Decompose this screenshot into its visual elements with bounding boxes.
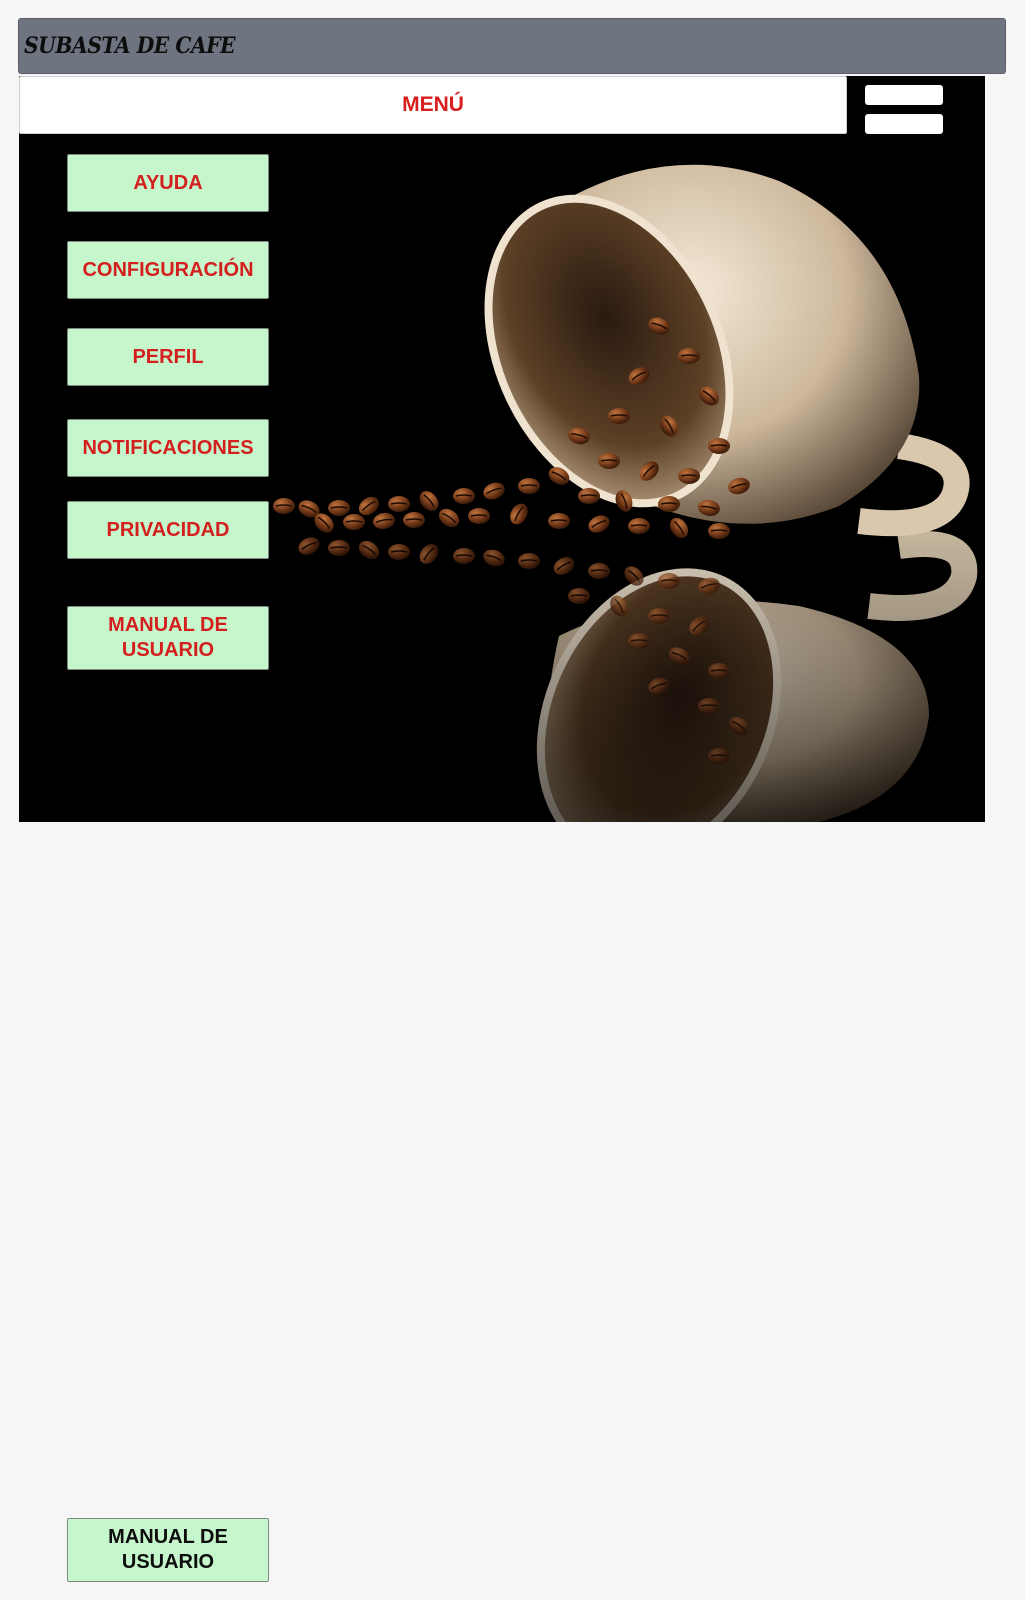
notifications-button[interactable]: NOTIFICACIONES bbox=[67, 419, 269, 477]
menu-label: MENÚ bbox=[402, 93, 464, 116]
hamburger-line-top bbox=[865, 85, 943, 105]
profile-button[interactable]: PERFIL bbox=[67, 328, 269, 386]
app-header: SUBASTA DE CAFE bbox=[18, 18, 1006, 74]
settings-button[interactable]: CONFIGURACIÓN bbox=[67, 241, 269, 299]
help-button[interactable]: AYUDA bbox=[67, 154, 269, 212]
hamburger-line-bottom bbox=[865, 114, 943, 134]
footer-user-manual-button[interactable]: MANUAL DE USUARIO bbox=[67, 1518, 269, 1582]
privacy-button[interactable]: PRIVACIDAD bbox=[67, 501, 269, 559]
hamburger-menu-icon[interactable] bbox=[865, 85, 943, 135]
user-manual-button[interactable]: MANUAL DE USUARIO bbox=[67, 606, 269, 670]
app-root: SUBASTA DE CAFE MENÚ AYUDA CONFIGURACIÓN… bbox=[0, 0, 1025, 1600]
app-title: SUBASTA DE CAFE bbox=[24, 33, 236, 59]
menu-bar[interactable]: MENÚ bbox=[19, 76, 847, 134]
